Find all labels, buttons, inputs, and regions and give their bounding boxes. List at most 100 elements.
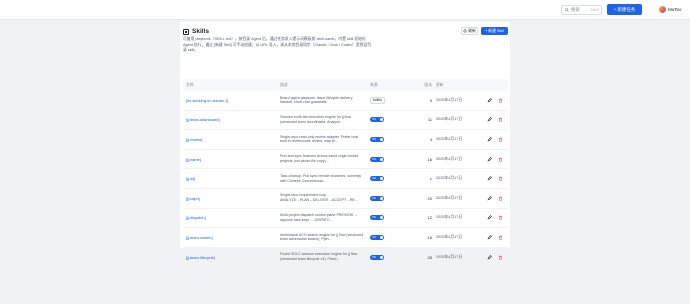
skill-updated: 2025年4月17日 <box>436 215 463 220</box>
skill-updated: 2025年4月17日 <box>436 136 463 141</box>
enabled-toggle[interactable]: ON <box>370 215 384 221</box>
header-source: 来源 <box>370 82 378 87</box>
trash-icon[interactable] <box>498 98 503 103</box>
enabled-toggle[interactable]: ON <box>370 254 384 260</box>
trash-icon[interactable] <box>498 137 503 142</box>
page-header: Skills <box>183 27 209 36</box>
skill-description: Single-repo read-only review adapter. Pr… <box>280 134 359 144</box>
pencil-icon[interactable] <box>487 235 492 240</box>
enabled-toggle[interactable]: ON <box>370 234 384 240</box>
skill-version: 20 <box>427 195 432 201</box>
skill-description: Multi-project dispatch control plane PRE… <box>280 213 358 222</box>
refresh-label: 刷新 <box>468 28 476 33</box>
skill-name-link[interactable]: [jj-wt] <box>186 176 195 181</box>
header-name: 名称 <box>186 82 194 87</box>
pencil-icon[interactable] <box>487 117 492 122</box>
header-version: 版本 <box>424 82 432 87</box>
skill-updated: 2025年4月17日 <box>436 156 463 161</box>
table-row: [jj-team-lifecycle] Fused SDLC session ex… <box>183 248 508 268</box>
pencil-icon[interactable] <box>487 215 492 220</box>
table-row: [jj-wt] Task cleanup: Pull sync remote br… <box>183 169 508 189</box>
new-task-button[interactable]: + 新建任务 <box>607 4 642 15</box>
skill-updated: 2025年4月17日 <box>436 234 463 239</box>
enabled-toggle[interactable]: ON <box>370 136 384 142</box>
table-row: [jj-team-swarm] Adversarial ACO search en… <box>183 228 508 248</box>
refresh-icon <box>463 29 467 33</box>
pencil-icon[interactable] <box>487 254 492 260</box>
skill-name-link[interactable]: [jj-dispatch] <box>186 215 206 220</box>
skill-updated: 2025年4月17日 <box>436 254 463 259</box>
skills-table: 名称 描述 来源 版本 更新 [im-working-on-issues-1] B… <box>183 79 508 268</box>
skill-name-link[interactable]: [jj-review] <box>186 137 202 142</box>
skill-version: 16 <box>427 156 432 162</box>
trash-icon[interactable] <box>498 176 503 181</box>
enabled-toggle[interactable]: ON <box>370 195 384 201</box>
skill-description: Session multi-tab execution engine for j… <box>280 115 351 124</box>
table-row: [jj-team-dashboard] Session multi-tab exe… <box>183 111 508 131</box>
pencil-icon[interactable] <box>487 137 492 142</box>
new-skill-button[interactable]: + 新建 Skill <box>481 27 508 35</box>
skill-version: 4 <box>429 136 432 142</box>
skill-version: 9 <box>429 97 432 103</box>
refresh-button[interactable]: 刷新 <box>461 27 478 35</box>
skill-name-link[interactable]: [jj-team-lifecycle] <box>186 255 215 260</box>
pencil-icon[interactable] <box>487 195 492 201</box>
skill-version: 15 <box>427 234 432 240</box>
table-body: [im-working-on-issues-1] Board agent play… <box>183 91 508 268</box>
top-bar: 搜索 Ctrl K + 新建任务 MuTeo <box>0 0 690 20</box>
trash-icon[interactable] <box>498 196 503 201</box>
skill-updated: 2025年4月17日 <box>436 97 463 102</box>
skills-icon <box>183 28 189 35</box>
skill-description: Task cleanup: Pull sync remote branches,… <box>280 173 362 183</box>
skill-name-link[interactable]: [jj-team-dashboard] <box>186 117 220 122</box>
trash-icon[interactable] <box>498 235 503 240</box>
new-skill-label: 新建 Skill <box>488 28 504 33</box>
skill-version: 1 <box>429 176 432 182</box>
trash-icon[interactable] <box>498 255 503 260</box>
skill-description: Adversarial ACO search engine for jj flo… <box>280 232 364 242</box>
plus-icon: + <box>613 7 617 12</box>
skill-version: 25 <box>427 254 432 260</box>
table-row: [jj-ralph] Single-repo requirement loop A… <box>183 189 508 209</box>
plus-icon: + <box>485 29 488 33</box>
skill-name-link[interactable]: [jj-ralph] <box>186 196 200 201</box>
search-input[interactable]: 搜索 Ctrl K <box>561 5 602 15</box>
username[interactable]: MuTeo <box>668 6 682 13</box>
skill-description: Port and sync features across same-origi… <box>280 154 359 164</box>
header-description: 描述 <box>280 82 288 87</box>
pencil-icon[interactable] <box>487 176 492 181</box>
source-badge: builtin <box>370 96 385 104</box>
skill-description: Single-repo requirement loop ANALYZE→PLA… <box>280 193 358 203</box>
page-description: 可复用 playbook（SKILL.md），按目录 Agent 后，通过任务发… <box>183 37 372 53</box>
new-task-label: 新建任务 <box>617 6 636 12</box>
trash-icon[interactable] <box>498 117 503 123</box>
enabled-toggle[interactable]: ON <box>370 117 384 123</box>
skill-updated: 2025年4月17日 <box>436 176 463 181</box>
table-row: [jj-name] Port and sync features across s… <box>183 150 508 170</box>
skill-name-link[interactable]: [im-working-on-issues-1] <box>186 98 228 103</box>
enabled-toggle[interactable]: ON <box>370 156 384 162</box>
search-placeholder: 搜索 <box>571 7 580 12</box>
page-title: Skills <box>192 28 209 35</box>
skills-panel: Skills 可复用 playbook（SKILL.md），按目录 Agent … <box>180 22 510 268</box>
skill-description: Fused SDLC session execution engine for … <box>280 252 358 262</box>
table-row: [jj-dispatch] Multi-project dispatch cont… <box>183 209 508 229</box>
table-row: [jj-review] Single-repo read-only review … <box>183 130 508 150</box>
pencil-icon[interactable] <box>487 156 492 162</box>
search-shortcut: Ctrl K <box>590 8 599 12</box>
trash-icon[interactable] <box>498 215 503 221</box>
search-icon <box>565 8 569 12</box>
skill-name-link[interactable]: [jj-team-swarm] <box>186 235 213 240</box>
skill-name-link[interactable]: [jj-name] <box>186 157 201 162</box>
header-updated: 更新 <box>436 82 444 87</box>
enabled-toggle[interactable]: ON <box>370 176 384 182</box>
skill-updated: 2025年4月17日 <box>436 117 463 122</box>
avatar[interactable] <box>659 6 666 13</box>
table-row: [im-working-on-issues-1] Board agent play… <box>183 91 508 111</box>
skill-description: Board agent playbook: issue lifecycle de… <box>280 95 353 105</box>
pencil-icon[interactable] <box>487 97 492 103</box>
skill-version: 11 <box>427 117 432 123</box>
trash-icon[interactable] <box>498 157 503 162</box>
table-header: 名称 描述 来源 版本 更新 <box>183 79 508 91</box>
skill-version: 12 <box>427 215 432 221</box>
